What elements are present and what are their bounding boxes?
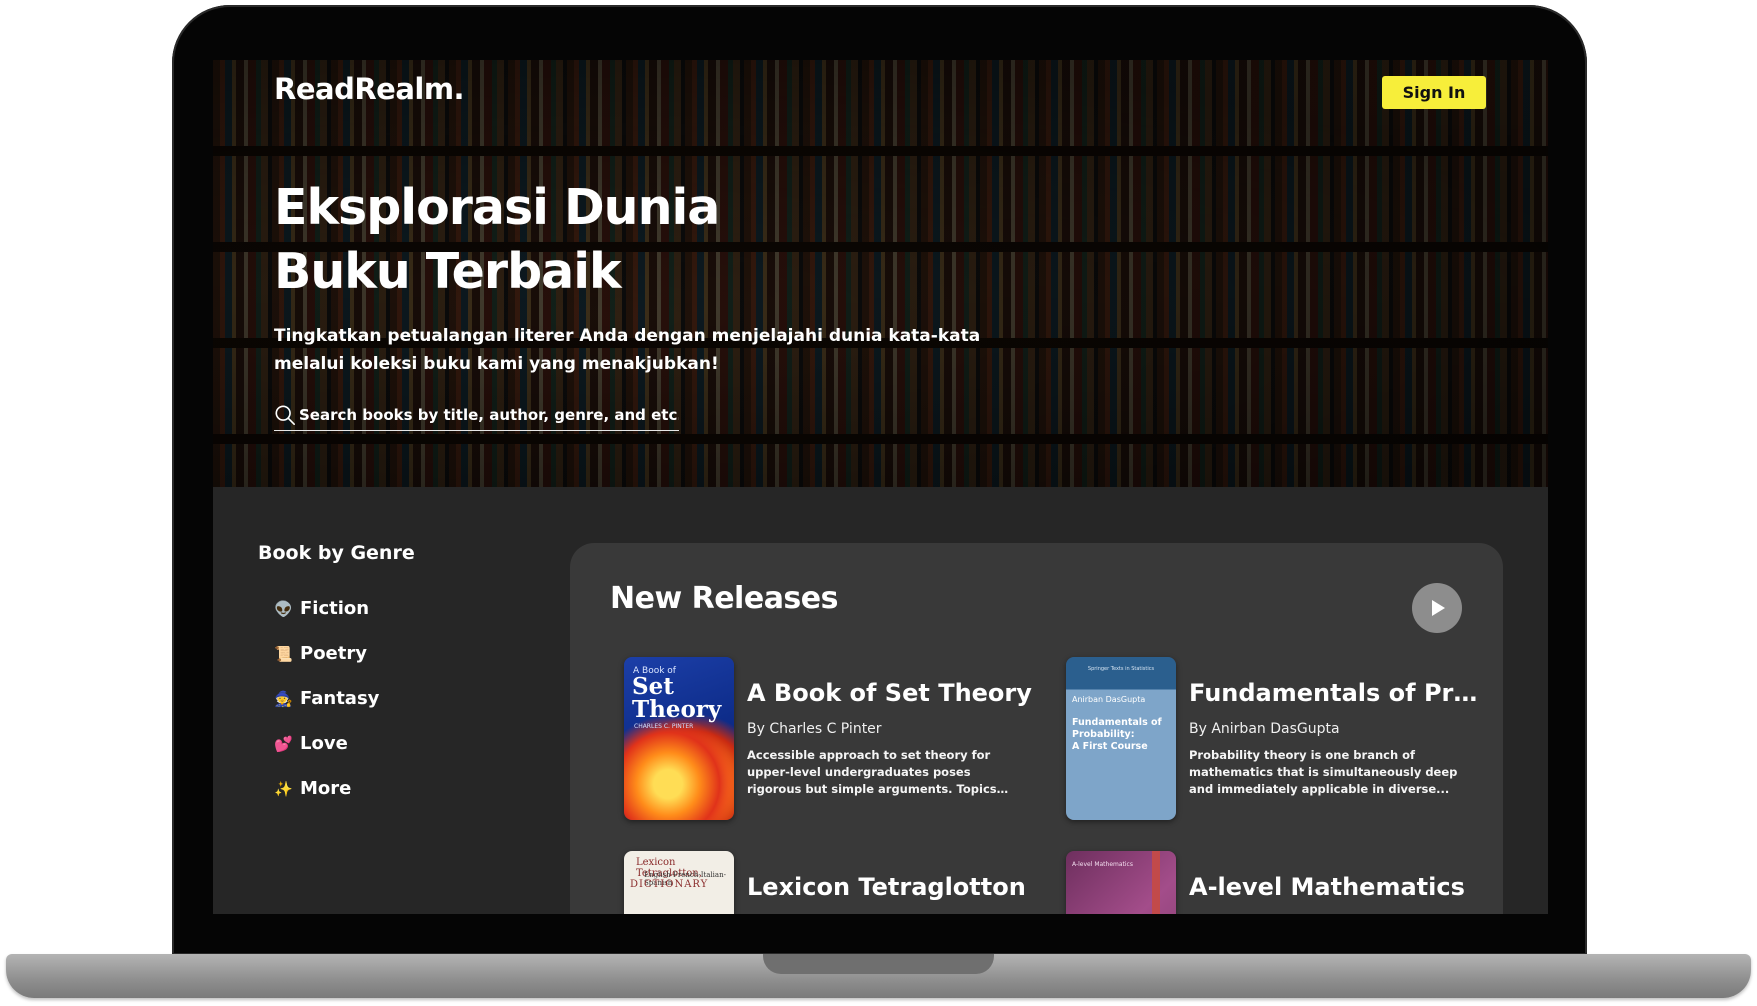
book-title[interactable]: Lexicon Tetraglotton bbox=[747, 873, 1037, 901]
wizard-icon: 🧙 bbox=[274, 689, 293, 708]
hero-banner: ReadRealm. Sign In Eksplorasi Dunia Buku… bbox=[213, 60, 1548, 487]
cover-title-line: Probability: bbox=[1072, 729, 1135, 740]
book-card[interactable]: Springer Texts in Statistics Anirban Das… bbox=[1066, 657, 1486, 822]
book-card[interactable]: Lexicon Tetraglotton, English-French-Ita… bbox=[624, 851, 1044, 914]
hearts-icon: 💕 bbox=[274, 734, 293, 753]
genre-item-love[interactable]: 💕 Love bbox=[274, 721, 379, 766]
alien-icon: 👽 bbox=[274, 599, 293, 618]
cover-text: Fundamentals of Probability: A First Cours… bbox=[1072, 717, 1162, 753]
cover-text: DICTIONARY bbox=[630, 879, 709, 890]
hero-subtitle: Tingkatkan petualangan literer Anda deng… bbox=[274, 326, 981, 374]
book-title[interactable]: A Book of Set Theory bbox=[747, 679, 1037, 707]
scroll-icon: 📜 bbox=[274, 644, 293, 663]
book-author: By Charles C Pinter bbox=[747, 721, 882, 737]
book-cover[interactable]: Springer Texts in Statistics Anirban Das… bbox=[1066, 657, 1176, 820]
new-releases-title: New Releases bbox=[610, 581, 839, 616]
book-card[interactable]: A-level Mathematics A-level Mathematics bbox=[1066, 851, 1486, 914]
sparkles-icon: ✨ bbox=[274, 779, 293, 798]
book-card[interactable]: A Book of Set Theory CHARLES C. PINTER A … bbox=[624, 657, 1044, 822]
book-cover[interactable]: Lexicon Tetraglotton, English-French-Ita… bbox=[624, 851, 734, 914]
genre-label: Poetry bbox=[300, 643, 367, 664]
cover-text: Anirban DasGupta bbox=[1072, 695, 1146, 704]
cover-text: A-level Mathematics bbox=[1072, 861, 1133, 868]
book-cover[interactable]: A Book of Set Theory CHARLES C. PINTER bbox=[624, 657, 734, 820]
genre-label: Fantasy bbox=[300, 688, 380, 709]
search-bar[interactable] bbox=[274, 400, 679, 431]
cover-text: Set Theory bbox=[632, 675, 721, 721]
cover-text: Springer Texts in Statistics bbox=[1087, 666, 1155, 672]
sign-in-button[interactable]: Sign In bbox=[1382, 76, 1486, 109]
genre-item-more[interactable]: ✨ More bbox=[274, 766, 379, 811]
hero-title: Eksplorasi Dunia Buku Terbaik bbox=[274, 179, 720, 300]
genre-item-fantasy[interactable]: 🧙 Fantasy bbox=[274, 676, 379, 721]
cover-stripe bbox=[1152, 851, 1160, 914]
cover-title-line: Theory bbox=[632, 696, 722, 723]
screen: ReadRealm. Sign In Eksplorasi Dunia Buku… bbox=[213, 60, 1548, 914]
new-releases-panel: New Releases A Book of Set Theory CHARLES… bbox=[570, 543, 1503, 914]
genre-label: Fiction bbox=[300, 598, 370, 619]
play-icon bbox=[1432, 600, 1445, 616]
book-cover[interactable]: A-level Mathematics bbox=[1066, 851, 1176, 914]
laptop-notch bbox=[763, 954, 994, 974]
book-description: Accessible approach to set theory for up… bbox=[747, 748, 997, 796]
genre-item-fiction[interactable]: 👽 Fiction bbox=[274, 586, 379, 631]
search-icon bbox=[275, 405, 295, 425]
book-author: By Anirban DasGupta bbox=[1189, 721, 1340, 737]
book-title[interactable]: Fundamentals of Probability: A First Cou… bbox=[1189, 679, 1479, 707]
genre-label: More bbox=[300, 778, 352, 799]
genre-item-poetry[interactable]: 📜 Poetry bbox=[274, 631, 379, 676]
book-description: Probability theory is one branch of math… bbox=[1189, 748, 1458, 796]
genre-list: 👽 Fiction 📜 Poetry 🧙 Fantasy 💕 Love ✨ Mo… bbox=[274, 586, 379, 811]
search-input[interactable] bbox=[299, 406, 679, 424]
genre-section-title: Book by Genre bbox=[258, 542, 415, 564]
cover-title-line: A First Course bbox=[1072, 741, 1148, 752]
brand-logo[interactable]: ReadRealm. bbox=[274, 72, 465, 106]
cover-text: CHARLES C. PINTER bbox=[634, 723, 694, 730]
genre-label: Love bbox=[300, 733, 348, 754]
book-title[interactable]: A-level Mathematics bbox=[1189, 873, 1479, 901]
cover-title-line: Fundamentals of bbox=[1072, 717, 1162, 728]
play-button[interactable] bbox=[1412, 583, 1462, 633]
